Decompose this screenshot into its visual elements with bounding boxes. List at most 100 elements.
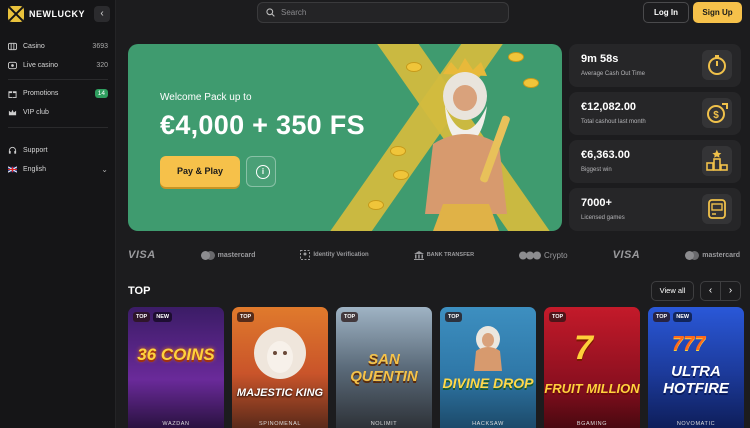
tag-top: TOP (653, 312, 671, 322)
stat-label: Total cashout last month (581, 119, 646, 125)
mastercard-logo-text: mastercard (217, 251, 256, 259)
section-title-top: TOP (128, 285, 151, 297)
game-card-36-coins[interactable]: TOP NEW 36 COINS WAZDAN (128, 307, 224, 428)
bank-transfer-logo: BANK TRANSFER (413, 250, 475, 260)
sidebar-divider (8, 79, 108, 80)
identity-verification-logo: Identity Verification (300, 250, 369, 260)
banner-pretitle: Welcome Pack up to (160, 92, 252, 103)
stat-card-licensed-games: 7000+ Licensed games (569, 188, 741, 231)
casino-icon (8, 42, 17, 50)
view-all-button[interactable]: View all (651, 281, 694, 301)
sidebar-item-promotions[interactable]: Promotions 14 (8, 86, 108, 100)
game-title: FRUIT MILLION (544, 381, 640, 396)
collapse-sidebar-button[interactable]: ‹ (94, 6, 110, 22)
welcome-banner[interactable]: Welcome Pack up to €4,000 + 350 FS Pay &… (128, 44, 562, 231)
lion-illustration (254, 327, 306, 379)
svg-text:$: $ (713, 110, 719, 121)
carousel-arrows: ‹ › (700, 281, 741, 301)
game-tags: TOP NEW (653, 312, 693, 322)
stat-card-biggest-win: €6,363.00 Biggest win (569, 140, 741, 183)
triple-seven-icon: 777 (672, 333, 706, 355)
mastercard-logo-text: mastercard (702, 251, 740, 259)
logo-mark-icon (8, 6, 24, 22)
info-button[interactable] (246, 156, 276, 187)
game-card-majestic-king[interactable]: TOP MAJESTIC KING SPINOMENAL (232, 307, 328, 428)
language-select[interactable]: English ⌄ (8, 162, 108, 176)
sidebar-item-label: Support (23, 146, 48, 154)
stat-label: Biggest win (581, 167, 612, 173)
sidebar-divider (8, 127, 108, 128)
podium-icon (702, 146, 732, 176)
crypto-coins-icon (519, 251, 542, 259)
chevron-down-icon: ⌄ (101, 164, 108, 174)
tag-top: TOP (549, 312, 567, 322)
promotions-icon (8, 90, 17, 98)
game-title: 36 COINS (137, 345, 215, 364)
mastercard-logo: mastercard (685, 250, 740, 260)
visa-logo: VISA (128, 249, 156, 261)
game-title: DIVINE DROP (442, 375, 534, 391)
vip-crown-icon (8, 109, 17, 115)
uk-flag-icon (8, 165, 17, 173)
sidebar-item-label: Live casino (23, 61, 59, 69)
tag-new: NEW (673, 312, 693, 322)
stat-value: 7000+ (581, 197, 612, 209)
casino-count: 3693 (92, 42, 108, 50)
search-box[interactable] (257, 2, 509, 23)
sidebar-item-vip-club[interactable]: VIP club (8, 105, 108, 119)
mastercard-circles-icon (200, 250, 215, 260)
zeus-illustration (474, 326, 502, 371)
game-title: MAJESTIC KING (236, 387, 324, 399)
sidebar-item-label: VIP club (23, 108, 49, 116)
stat-value: €12,082.00 (581, 101, 637, 113)
banner-title: €4,000 + 350 FS (160, 110, 365, 140)
game-tags: TOP (341, 312, 359, 322)
pay-and-play-button[interactable]: Pay & Play (160, 156, 240, 187)
search-icon (266, 8, 275, 17)
bank-transfer-text: BANK TRANSFER (426, 252, 475, 258)
zeus-illustration (425, 58, 510, 231)
identity-icon (300, 250, 311, 260)
chevron-right-icon[interactable]: › (720, 282, 740, 300)
visa-logo: VISA (612, 249, 641, 261)
lucky-seven-icon: 7 (574, 329, 593, 367)
tag-top: TOP (445, 312, 463, 322)
live-casino-icon (8, 61, 17, 69)
brand-logo[interactable]: NEWLUCKY (8, 6, 85, 22)
sidebar-item-support[interactable]: Support (8, 143, 108, 157)
stat-value: €6,363.00 (581, 149, 630, 161)
stat-label: Average Cash Out Time (581, 71, 645, 77)
sidebar-item-label: Casino (23, 42, 45, 50)
chevron-left-icon[interactable]: ‹ (701, 282, 720, 300)
tag-new: NEW (153, 312, 173, 322)
game-tags: TOP (549, 312, 567, 322)
game-title: ULTRA HOTFIRE (663, 363, 729, 397)
sidebar: NEWLUCKY ‹ Casino 3693 Live casino 320 P… (0, 0, 116, 428)
headset-icon (8, 146, 17, 154)
brand-name: NEWLUCKY (29, 9, 85, 19)
game-provider: WAZDAN (162, 421, 190, 427)
search-input[interactable] (281, 8, 481, 17)
game-tags: TOP (445, 312, 463, 322)
sidebar-item-label: Promotions (23, 89, 59, 97)
game-card-san-quentin[interactable]: TOP SAN QUENTIN NOLIMIT (336, 307, 432, 428)
tag-top: TOP (341, 312, 359, 322)
gold-coin-icon (368, 200, 384, 210)
game-provider: BGAMING (576, 421, 608, 427)
sidebar-item-casino[interactable]: Casino 3693 (8, 39, 108, 53)
top-bar: Log In Sign Up (116, 0, 750, 26)
stat-card-total-cashout: €12,082.00 Total cashout last month $ (569, 92, 741, 135)
game-card-fruit-million[interactable]: TOP 7 FRUIT MILLION BGAMING (544, 307, 640, 428)
sidebar-item-live-casino[interactable]: Live casino 320 (8, 58, 108, 72)
crypto-logo: Crypto (519, 251, 568, 260)
signup-button[interactable]: Sign Up (693, 2, 742, 23)
game-title: SAN QUENTIN (350, 351, 418, 385)
identity-verification-text: Identity Verification (313, 252, 369, 258)
game-card-ultra-hotfire[interactable]: TOP NEW 777 ULTRA HOTFIRE NOVOMATIC (648, 307, 744, 428)
stopwatch-icon (702, 50, 732, 80)
mastercard-logo: mastercard (200, 250, 256, 260)
login-button[interactable]: Log In (643, 2, 689, 23)
game-provider: NOLIMIT (370, 421, 398, 427)
game-card-divine-drop[interactable]: TOP DIVINE DROP HACKSAW (440, 307, 536, 428)
game-provider: NOVOMATIC (676, 421, 716, 427)
